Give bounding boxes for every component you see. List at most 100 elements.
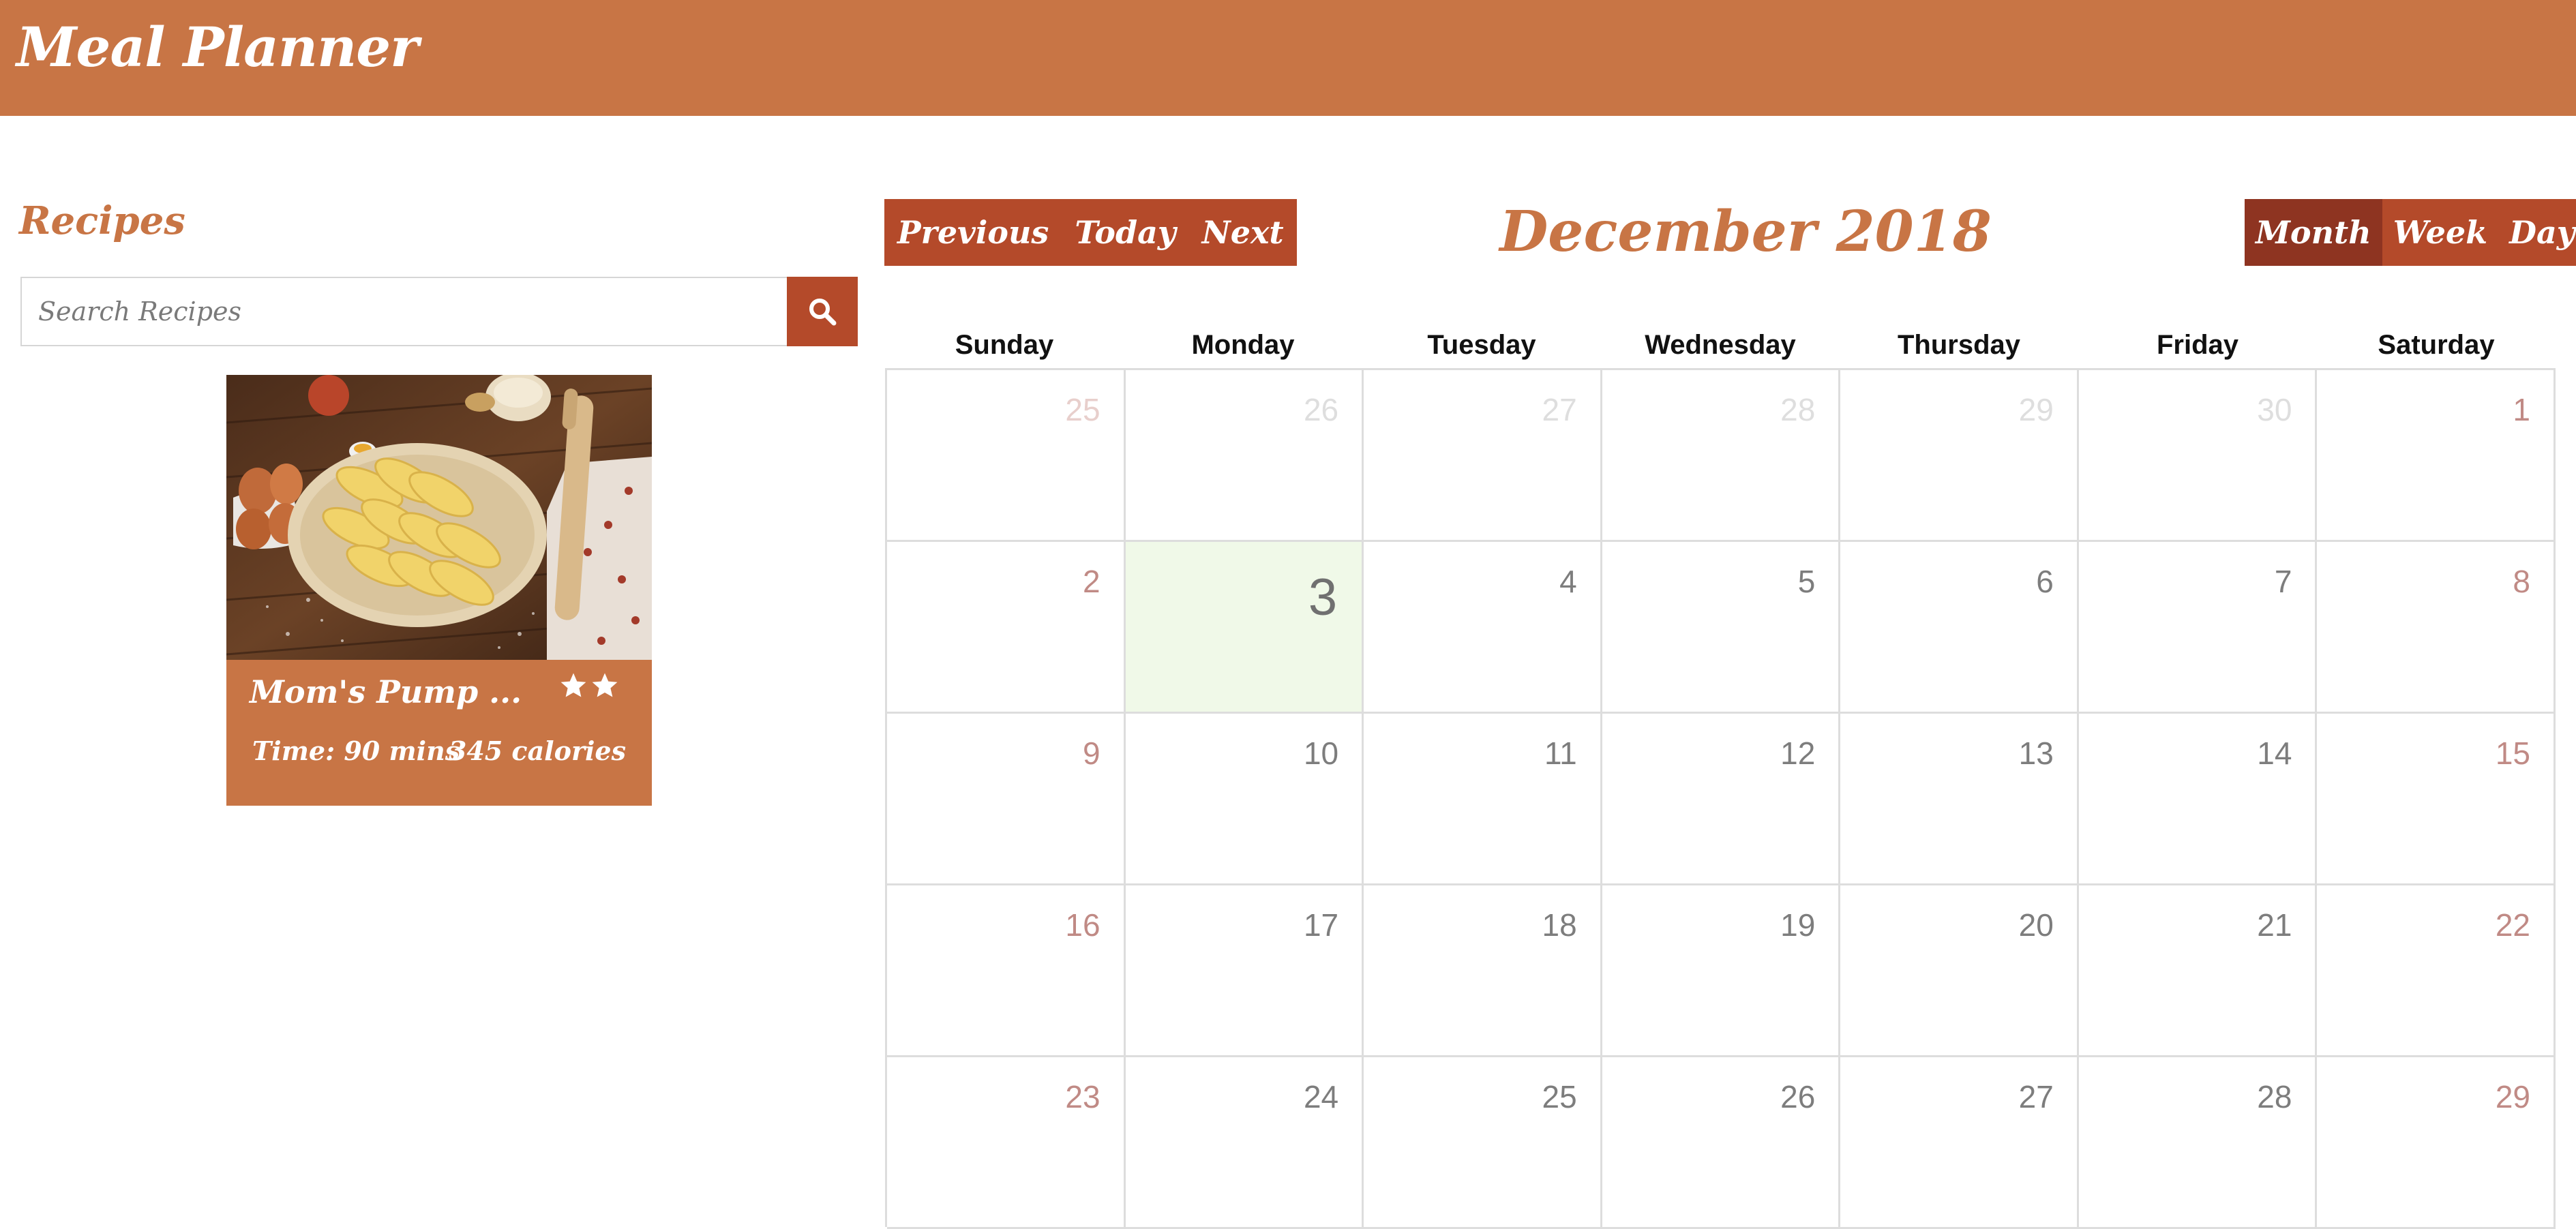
recipe-calories: 345 calories xyxy=(448,735,626,766)
calendar-nav: Previous Today Next xyxy=(884,199,1297,266)
day-number: 12 xyxy=(1780,735,1816,771)
day-number: 3 xyxy=(1308,568,1338,626)
day-number: 11 xyxy=(1544,735,1577,771)
day-cell[interactable]: 1 xyxy=(2317,370,2556,542)
day-cell[interactable]: 17 xyxy=(1125,885,1364,1057)
day-cell[interactable]: 28 xyxy=(2078,1057,2318,1229)
day-number: 28 xyxy=(1780,392,1816,427)
previous-button[interactable]: Previous xyxy=(884,199,1062,266)
day-cell[interactable]: 9 xyxy=(887,714,1126,885)
day-number: 25 xyxy=(1542,1079,1577,1114)
day-number: 24 xyxy=(1303,1079,1339,1114)
weekday-label: Tuesday xyxy=(1427,330,1536,360)
calendar-title: December 2018 xyxy=(1499,199,1992,264)
day-number: 26 xyxy=(1780,1079,1816,1114)
weekday-label: Monday xyxy=(1191,330,1295,360)
star-icon xyxy=(593,673,618,697)
day-cell[interactable]: 25 xyxy=(1364,1057,1602,1229)
day-cell[interactable]: 28 xyxy=(1602,370,1841,542)
day-cell[interactable]: 7 xyxy=(2078,542,2318,714)
weekday-label: Sunday xyxy=(955,330,1054,360)
day-cell[interactable]: 19 xyxy=(1602,885,1841,1057)
day-number: 20 xyxy=(2018,907,2054,943)
next-button[interactable]: Next xyxy=(1189,199,1297,266)
day-cell[interactable]: 2 xyxy=(887,542,1126,714)
day-number: 6 xyxy=(2036,564,2054,599)
day-number: 9 xyxy=(1082,735,1100,771)
day-cell[interactable]: 25 xyxy=(887,370,1126,542)
search-input[interactable] xyxy=(20,277,787,346)
app-title: Meal Planner xyxy=(16,15,419,79)
search-button[interactable] xyxy=(787,277,858,346)
calendar-grid: 25 26 27 28 29 30 1 2 3 4 5 6 7 8 9 10 11 12 13 14 15 16 17 18 1… xyxy=(885,368,2556,1229)
weekday-label: Thursday xyxy=(1897,330,2021,360)
day-cell[interactable]: 29 xyxy=(2317,1057,2556,1229)
day-cell[interactable]: 13 xyxy=(1840,714,2079,885)
day-number: 19 xyxy=(1780,907,1816,943)
recipes-heading: Recipes xyxy=(19,198,185,243)
day-number: 8 xyxy=(2513,564,2530,599)
day-number: 4 xyxy=(1559,564,1577,599)
day-number: 17 xyxy=(1303,907,1339,943)
star-icon xyxy=(560,673,586,697)
day-cell[interactable]: 20 xyxy=(1840,885,2079,1057)
day-number: 18 xyxy=(1542,907,1577,943)
day-number: 13 xyxy=(2018,735,2054,771)
day-number: 30 xyxy=(2257,392,2292,427)
day-cell[interactable]: 27 xyxy=(1840,1057,2079,1229)
day-cell[interactable]: 21 xyxy=(2078,885,2318,1057)
day-number: 15 xyxy=(2495,735,2530,771)
weekday-label: Friday xyxy=(2156,330,2239,360)
day-cell[interactable]: 5 xyxy=(1602,542,1841,714)
weekday-header: Sunday Monday Tuesday Wednesday Thursday… xyxy=(885,322,2556,368)
day-number: 21 xyxy=(2257,907,2292,943)
recipe-time: Time: 90 mins xyxy=(252,735,460,766)
day-cell[interactable]: 22 xyxy=(2317,885,2556,1057)
day-number: 28 xyxy=(2257,1079,2292,1114)
today-button[interactable]: Today xyxy=(1062,199,1188,266)
day-number: 27 xyxy=(1542,392,1577,427)
day-number: 29 xyxy=(2495,1079,2530,1114)
day-number: 16 xyxy=(1065,907,1100,943)
day-view-button[interactable]: Day xyxy=(2498,199,2576,266)
recipe-rating xyxy=(559,671,619,703)
day-cell[interactable]: 16 xyxy=(887,885,1126,1057)
view-switcher: Month Week Day xyxy=(2245,199,2576,266)
day-cell[interactable]: 10 xyxy=(1125,714,1364,885)
day-cell[interactable]: 30 xyxy=(2078,370,2318,542)
recipe-photo xyxy=(226,375,652,660)
day-cell[interactable]: 27 xyxy=(1364,370,1602,542)
day-cell[interactable]: 4 xyxy=(1364,542,1602,714)
search-icon xyxy=(809,299,837,326)
day-cell[interactable]: 6 xyxy=(1840,542,2079,714)
day-cell[interactable]: 29 xyxy=(1840,370,2079,542)
day-number: 22 xyxy=(2495,907,2530,943)
day-cell[interactable]: 23 xyxy=(887,1057,1126,1229)
day-number: 23 xyxy=(1065,1079,1100,1114)
day-number: 5 xyxy=(1797,564,1816,599)
day-number: 29 xyxy=(2018,392,2054,427)
day-number: 27 xyxy=(2018,1079,2054,1114)
day-cell[interactable]: 18 xyxy=(1364,885,1602,1057)
day-cell[interactable]: 11 xyxy=(1364,714,1602,885)
day-cell[interactable]: 24 xyxy=(1125,1057,1364,1229)
app-header: Meal Planner xyxy=(0,0,2576,116)
weekday-label: Wednesday xyxy=(1645,330,1796,360)
day-number: 1 xyxy=(2513,392,2530,427)
day-cell[interactable]: 12 xyxy=(1602,714,1841,885)
month-view-button[interactable]: Month xyxy=(2245,199,2382,266)
week-view-button[interactable]: Week xyxy=(2382,199,2498,266)
day-number: 14 xyxy=(2257,735,2292,771)
day-cell[interactable]: 14 xyxy=(2078,714,2318,885)
recipe-search xyxy=(20,277,858,346)
day-number: 25 xyxy=(1065,392,1100,427)
day-number: 26 xyxy=(1303,392,1339,427)
day-cell[interactable]: 8 xyxy=(2317,542,2556,714)
weekday-label: Saturday xyxy=(2378,330,2495,360)
day-number: 2 xyxy=(1082,564,1100,599)
recipe-card[interactable]: Mom's Pump ... Time: 90 mins 345 calorie… xyxy=(226,375,652,806)
day-cell[interactable]: 3 xyxy=(1125,542,1364,714)
day-cell[interactable]: 15 xyxy=(2317,714,2556,885)
day-cell[interactable]: 26 xyxy=(1125,370,1364,542)
day-cell[interactable]: 26 xyxy=(1602,1057,1841,1229)
